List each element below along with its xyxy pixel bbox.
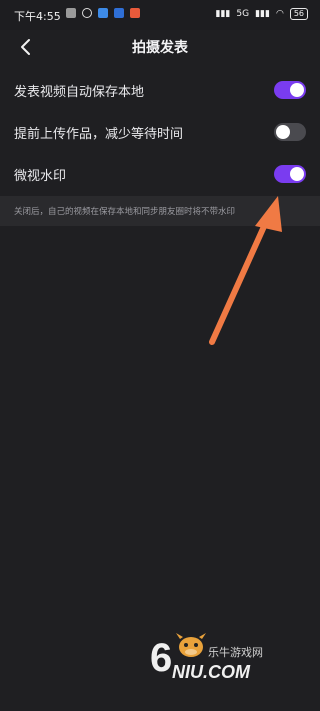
site-watermark-logo: 6 乐牛游戏网 NIU.COM — [150, 630, 310, 690]
watermark-domain: NIU.COM — [172, 662, 250, 682]
arrow-shaft — [209, 219, 269, 345]
watermark-site-name: 乐牛游戏网 — [208, 646, 263, 659]
annotation-arrow — [209, 196, 282, 345]
watermark-number: 6 — [150, 636, 173, 680]
cow-mascot-icon — [176, 633, 206, 657]
arrow-head — [255, 196, 282, 232]
